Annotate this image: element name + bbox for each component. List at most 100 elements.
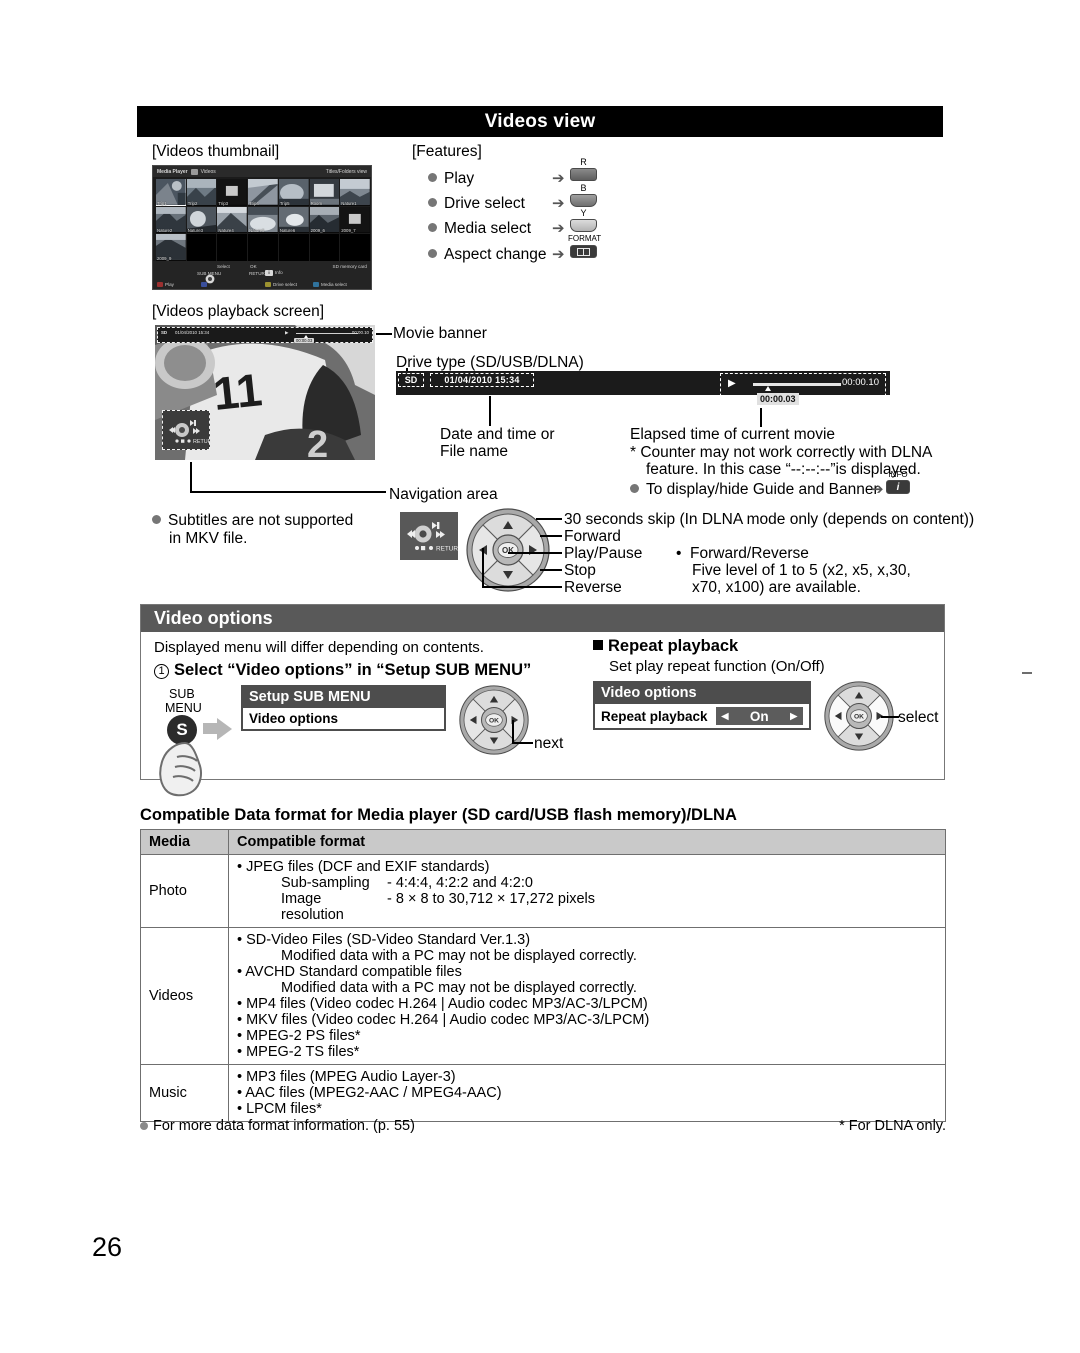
- thumb-cell[interactable]: Nature1: [340, 179, 370, 206]
- cell-media-videos: Videos: [140, 927, 229, 1065]
- thumb-name: Trip1: [157, 200, 167, 206]
- info-button[interactable]: i: [886, 480, 910, 494]
- osd-vo-title: Video options: [601, 685, 697, 701]
- bullet-icon: [630, 484, 639, 493]
- tv-thumb-mode: Videos: [200, 168, 216, 175]
- label-file-name: File name: [440, 443, 509, 460]
- flow-arrow-icon: [217, 718, 232, 740]
- bullet-icon: [428, 249, 437, 258]
- fmt-line: • LPCM files*: [237, 1101, 322, 1117]
- thumb-cell[interactable]: [278, 234, 309, 261]
- callout-line: [482, 586, 562, 588]
- fmt-sub-label: Sub-sampling: [281, 875, 370, 891]
- thumb-cell[interactable]: Nature6: [278, 206, 309, 234]
- chevron-left-icon[interactable]: ◂: [722, 708, 729, 724]
- table-footnote-right: * For DLNA only.: [839, 1118, 946, 1134]
- yellow-color-button[interactable]: [570, 219, 597, 232]
- manual-page: Videos view [Videos thumbnail] [Features…: [0, 0, 1080, 1353]
- thumb-cell[interactable]: Trip2: [186, 179, 217, 206]
- thumb-name: Trip3: [218, 200, 229, 206]
- pointing-hand-icon: [159, 741, 202, 797]
- thumb-cell[interactable]: [340, 234, 370, 261]
- datetime-text: 01/04/2010 15:34: [175, 330, 210, 335]
- label-dpad-left: Reverse: [564, 579, 622, 596]
- current-time-badge: 00:00.03: [294, 337, 315, 343]
- total-time-text-large: 00:00.10: [842, 377, 879, 388]
- fmt-line: • JPEG files (DCF and EXIF standards): [237, 859, 490, 875]
- red-color-button[interactable]: [570, 168, 597, 181]
- feature-item-media-select: Media select: [428, 220, 531, 238]
- callout-line: [536, 518, 562, 520]
- aspect-grid-icon: [577, 247, 590, 256]
- cell-media-photo: Photo: [140, 854, 229, 928]
- callout-line: [881, 716, 899, 718]
- callout-line: [489, 396, 491, 426]
- thumb-cell[interactable]: Room: [309, 179, 340, 206]
- label-videos-thumbnail: [Videos thumbnail]: [152, 143, 280, 160]
- bullet-icon: [428, 198, 437, 207]
- chevron-right-icon[interactable]: ▸: [790, 708, 797, 724]
- thumb-cell[interactable]: 2009_6: [309, 206, 340, 234]
- current-time-badge-large: 00:00.03: [757, 393, 799, 405]
- blue-color-button[interactable]: [570, 194, 597, 207]
- progress-knob-large[interactable]: [765, 386, 771, 391]
- play-indicator-icon: ▶: [285, 330, 289, 335]
- thumb-cell[interactable]: Nature4: [217, 206, 248, 234]
- note-forward-reverse-line2: x70, x100) are available.: [692, 579, 861, 596]
- video-options-section: Video options Displayed menu will differ…: [140, 604, 945, 797]
- thumb-name: Nature4: [218, 228, 234, 234]
- drive-type-badge-large: SD: [398, 373, 424, 387]
- footer-ok-label: OK: [250, 264, 257, 269]
- feature-label: Play: [444, 170, 475, 187]
- arrow-icon: ➔: [552, 195, 565, 212]
- cell-format-photo: • JPEG files (DCF and EXIF standards) Su…: [228, 854, 946, 928]
- subtitles-note: Subtitles are not supported: [152, 512, 353, 530]
- osd-setup-item-video-options[interactable]: Video options: [243, 708, 444, 729]
- dpad-control-next[interactable]: OK: [459, 685, 529, 755]
- label-dpad-up: 30 seconds skip (In DLNA mode only (depe…: [564, 511, 975, 528]
- osd-vo-row-repeat-playback[interactable]: Repeat playback ◂ On ▸: [595, 704, 809, 728]
- color-key-label-b: B: [580, 183, 587, 193]
- arrow-icon: ➔: [552, 220, 565, 237]
- label-dpad-right: Forward: [564, 528, 621, 545]
- thumb-cell[interactable]: Trip1: [156, 179, 186, 206]
- thumb-cell[interactable]: Nature3: [186, 206, 217, 234]
- bullet-icon: [428, 223, 437, 232]
- bullet-icon: [152, 515, 161, 524]
- thumb-name: Nature1: [341, 200, 357, 206]
- thumb-cell[interactable]: [217, 234, 248, 261]
- thumb-cell[interactable]: 2009_9: [156, 234, 186, 261]
- thumb-cell[interactable]: Trip3: [217, 179, 248, 206]
- osd-setup-item-label: Video options: [249, 711, 339, 726]
- format-button[interactable]: [570, 245, 597, 258]
- label-navigation-area: Navigation area: [389, 486, 498, 503]
- label-subtitles-2: in MKV file.: [169, 530, 248, 547]
- osd-vo-value-control[interactable]: ◂ On ▸: [715, 707, 803, 725]
- label-next: next: [534, 735, 564, 752]
- dpad-ok-label: OK: [502, 546, 514, 555]
- tv-videos-thumbnail-screenshot: Media Player Videos Titles/Folders view …: [152, 165, 372, 290]
- thumb-cell[interactable]: [248, 234, 278, 261]
- thumb-cell[interactable]: [309, 234, 340, 261]
- fmt-sub-label: Image resolution: [281, 891, 344, 923]
- thumb-cell[interactable]: Trip5: [278, 179, 309, 206]
- table-row: Photo • JPEG files (DCF and EXIF standar…: [140, 854, 946, 928]
- thumb-name: Trip5: [279, 200, 290, 206]
- sd-card-icon: [190, 168, 198, 175]
- thumb-cell[interactable]: [186, 234, 217, 261]
- callout-line: [190, 462, 192, 492]
- thumb-name: Nature5: [249, 228, 265, 234]
- thumb-cell[interactable]: 2009_7: [340, 206, 370, 234]
- callout-line: [482, 548, 484, 587]
- thumb-cell[interactable]: Nature5: [248, 206, 278, 234]
- display-hide-guide-row: To display/hide Guide and Banner: [630, 481, 879, 499]
- thumb-cell[interactable]: Nature2: [156, 206, 186, 234]
- bullet-icon: [140, 1122, 148, 1130]
- header-media: Media: [140, 829, 229, 855]
- thumb-cell[interactable]: Trip4: [248, 179, 278, 206]
- dpad-control[interactable]: OK: [466, 508, 550, 592]
- callout-line: [376, 333, 392, 335]
- page-number: 26: [92, 1232, 123, 1262]
- table-row: Music • MP3 files (MPEG Audio Layer-3) •…: [140, 1064, 946, 1122]
- callout-line: [508, 552, 562, 554]
